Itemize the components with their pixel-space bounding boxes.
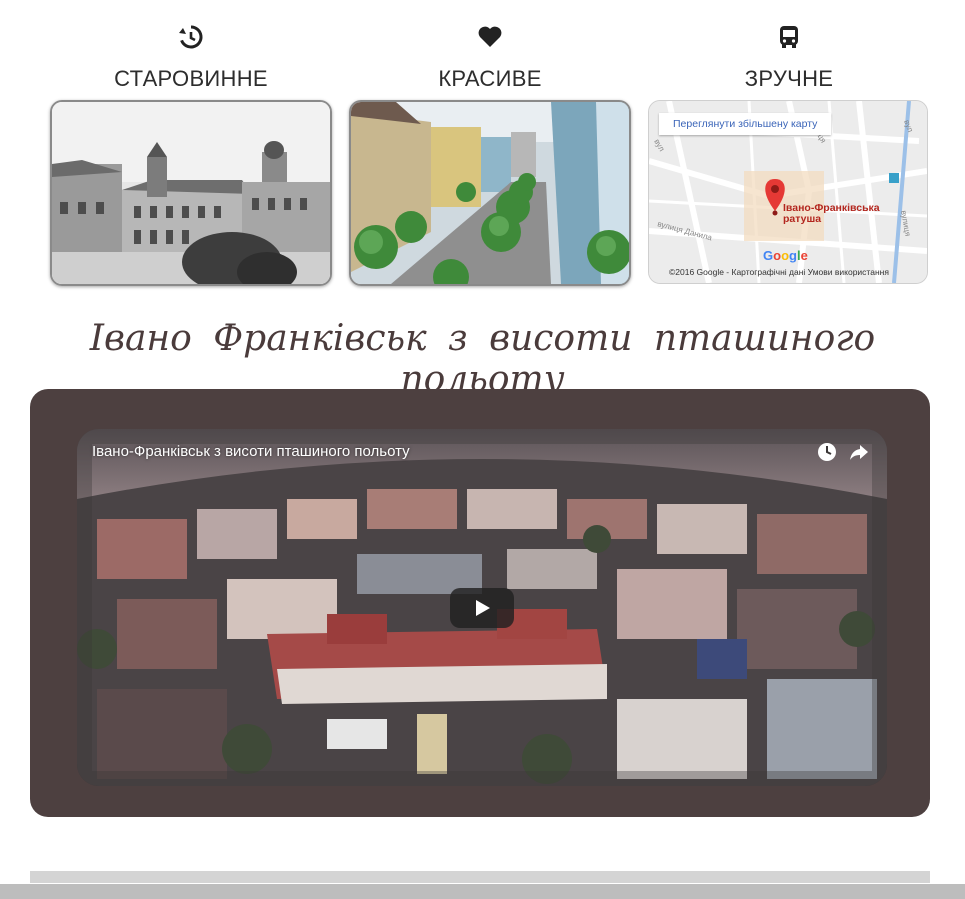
play-icon [476,600,490,616]
footer-bar [0,884,965,899]
view-larger-map-link[interactable]: Переглянути збільшену карту [659,113,832,135]
page-headline: Івано Франківськ з висоти пташиного поль… [89,318,876,400]
video-title[interactable]: Івано-Франківськ з висоти пташиного поль… [92,443,410,460]
divider-bar [30,871,930,883]
heart-icon [478,26,502,47]
old-town-photo [50,100,332,286]
features-section: СТАРОВИННЕ КРАСИВЕ ЗРУЧНЕ вул вул вулиця… [0,0,965,300]
street-aerial-photo [349,100,631,286]
bus-icon [780,26,798,48]
feature-title: СТАРОВИННЕ [114,66,268,91]
share-icon[interactable] [848,441,870,463]
watch-later-icon[interactable] [816,441,838,463]
video-frame: Івано-Франківськ з висоти пташиного поль… [30,389,930,817]
history-icon [179,25,203,49]
google-logo: Google [763,248,808,263]
video-player[interactable]: Івано-Франківськ з висоти пташиного поль… [77,429,887,786]
map-embed[interactable]: вул вулиця вул вулиця вулиця Данила Пере… [648,100,928,284]
map-marker-label: Івано-Франківська ратуша [783,202,880,225]
play-button[interactable] [450,588,514,628]
feature-title: ЗРУЧНЕ [744,66,834,91]
map-footer[interactable]: ©2016 Google - Картографічні дані Умови … [669,267,889,277]
feature-title: КРАСИВЕ [438,66,542,91]
